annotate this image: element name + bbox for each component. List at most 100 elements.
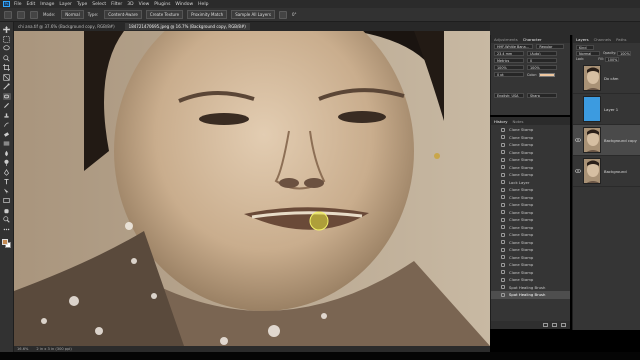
history-state[interactable]: Spot Healing Brush	[491, 291, 570, 299]
history-state[interactable]: Clone Stamp	[491, 224, 570, 232]
tab-document-1[interactable]: chi ana.tif @ 37.6% (Background copy, RG…	[18, 24, 115, 29]
history-state[interactable]: Spot Healing Brush	[491, 284, 570, 292]
home-icon[interactable]	[4, 10, 12, 19]
history-state[interactable]: Clone Stamp	[491, 201, 570, 209]
crop-tool-icon[interactable]	[3, 64, 11, 71]
brush-settings-icon[interactable]	[30, 10, 38, 19]
history-state[interactable]: Clone Stamp	[491, 171, 570, 179]
new-document-from-state-icon[interactable]	[543, 323, 548, 327]
sample-all-layers-checkbox[interactable]: Sample All Layers	[231, 10, 275, 19]
mode-dropdown[interactable]: Normal	[61, 10, 84, 19]
layer-row[interactable]: Background	[573, 156, 640, 187]
tab-layers[interactable]: Layers	[576, 37, 589, 42]
font-family-dropdown[interactable]: HHF-Whitle Bana...	[494, 44, 534, 49]
zoom-tool-icon[interactable]	[3, 216, 11, 223]
type-tool-icon[interactable]	[3, 178, 11, 185]
history-state[interactable]: Clone Stamp	[491, 156, 570, 164]
history-state[interactable]: Clone Stamp	[491, 134, 570, 142]
marquee-tool-icon[interactable]	[3, 35, 11, 43]
brush-tool-icon[interactable]	[3, 102, 11, 109]
lasso-tool-icon[interactable]	[3, 45, 11, 52]
tab-channels[interactable]: Channels	[594, 37, 612, 42]
vertical-scale-field[interactable]: 100%	[494, 65, 524, 70]
blend-mode-dropdown[interactable]: Normal	[576, 50, 600, 56]
proximity-match-radio[interactable]: Proximity Match	[187, 10, 228, 19]
layer-row[interactable]: Dx câm	[573, 63, 640, 94]
menu-type[interactable]: Type	[77, 2, 87, 7]
foreground-color-swatch[interactable]	[1, 239, 8, 245]
menu-image[interactable]: Image	[40, 2, 54, 7]
language-dropdown[interactable]: English: USA	[494, 93, 524, 98]
visibility-eye-icon[interactable]	[575, 138, 581, 142]
tab-paths[interactable]: Paths	[616, 37, 626, 42]
font-size-field[interactable]: 23.4 mm	[494, 51, 524, 56]
gradient-tool-icon[interactable]	[3, 140, 11, 147]
kerning-field[interactable]: Metrics	[494, 58, 524, 63]
pressure-icon[interactable]	[278, 10, 287, 19]
create-texture-radio[interactable]: Create Texture	[145, 10, 184, 19]
quick-select-tool-icon[interactable]	[3, 54, 11, 62]
move-tool-icon[interactable]	[3, 26, 11, 33]
menu-filter[interactable]: Filter	[111, 2, 122, 7]
tab-document-2[interactable]: 184721470695.jpeg @ 16.7% (Background co…	[124, 23, 250, 30]
menu-plugins[interactable]: Plugins	[154, 2, 170, 7]
spot-healing-tool-icon[interactable]	[2, 92, 11, 100]
frame-tool-icon[interactable]	[3, 73, 11, 81]
history-state[interactable]: Clone Stamp	[491, 239, 570, 247]
eraser-tool-icon[interactable]	[3, 131, 11, 138]
more-tools-icon[interactable]	[3, 226, 11, 233]
hand-tool-icon[interactable]	[3, 207, 11, 214]
menu-3d[interactable]: 3D	[127, 2, 133, 7]
history-brush-tool-icon[interactable]	[3, 121, 11, 128]
visibility-eye-icon[interactable]	[575, 107, 581, 111]
history-state[interactable]: Clone Stamp	[491, 186, 570, 194]
menu-view[interactable]: View	[139, 2, 150, 7]
clone-stamp-tool-icon[interactable]	[3, 112, 11, 119]
history-state[interactable]: Clone Stamp	[491, 231, 570, 239]
menu-file[interactable]: File	[14, 2, 22, 7]
brush-preset-icon[interactable]	[17, 10, 25, 19]
content-aware-radio[interactable]: Content-Aware	[104, 10, 142, 19]
dodge-tool-icon[interactable]	[3, 159, 11, 166]
history-state[interactable]: Clone Stamp	[491, 126, 570, 134]
visibility-eye-icon[interactable]	[575, 76, 581, 80]
menu-help[interactable]: Help	[198, 2, 208, 7]
color-swatches[interactable]	[1, 239, 12, 249]
tab-history[interactable]: History	[494, 119, 508, 124]
history-state[interactable]: Clone Stamp	[491, 141, 570, 149]
opacity-field[interactable]: 100%	[617, 50, 632, 56]
layer-row[interactable]: Layer 1	[573, 94, 640, 125]
font-style-dropdown[interactable]: Regular	[536, 44, 564, 49]
text-color-swatch[interactable]	[538, 72, 555, 77]
history-state[interactable]: Clone Stamp	[491, 194, 570, 202]
history-state[interactable]: Clone Stamp	[491, 276, 570, 284]
fill-field[interactable]: 100%	[604, 56, 619, 62]
layer-row[interactable]: Background copy	[573, 125, 640, 156]
tab-notes[interactable]: Notes	[513, 119, 524, 124]
visibility-eye-icon[interactable]	[575, 169, 581, 173]
menu-window[interactable]: Window	[175, 2, 193, 7]
history-state[interactable]: Clone Stamp	[491, 269, 570, 277]
path-select-tool-icon[interactable]	[3, 188, 11, 195]
history-state[interactable]: Clone Stamp	[491, 246, 570, 254]
menu-edit[interactable]: Edit	[27, 2, 36, 7]
history-state[interactable]: Clone Stamp	[491, 216, 570, 224]
horizontal-scale-field[interactable]: 100%	[527, 65, 557, 70]
snapshot-icon[interactable]	[552, 323, 557, 327]
baseline-shift-field[interactable]: 0 pt	[494, 72, 524, 77]
angle-value[interactable]: 0°	[292, 12, 297, 17]
history-state[interactable]: Clone Stamp	[491, 261, 570, 269]
tab-adjustments[interactable]: Adjustments	[494, 37, 518, 42]
leading-field[interactable]: (Auto)	[527, 51, 557, 56]
pen-tool-icon[interactable]	[3, 168, 11, 176]
history-state[interactable]: Clone Stamp	[491, 209, 570, 217]
layer-filter-kind[interactable]: Kind	[576, 44, 594, 50]
document-canvas[interactable]	[14, 31, 490, 346]
trash-icon[interactable]	[561, 323, 566, 327]
rectangle-tool-icon[interactable]	[3, 197, 11, 204]
tracking-field[interactable]: 0	[527, 58, 557, 63]
history-state[interactable]: Clone Stamp	[491, 164, 570, 172]
blur-tool-icon[interactable]	[3, 150, 11, 157]
history-state[interactable]: Clone Stamp	[491, 149, 570, 157]
history-state[interactable]: Lock Layer	[491, 179, 570, 187]
